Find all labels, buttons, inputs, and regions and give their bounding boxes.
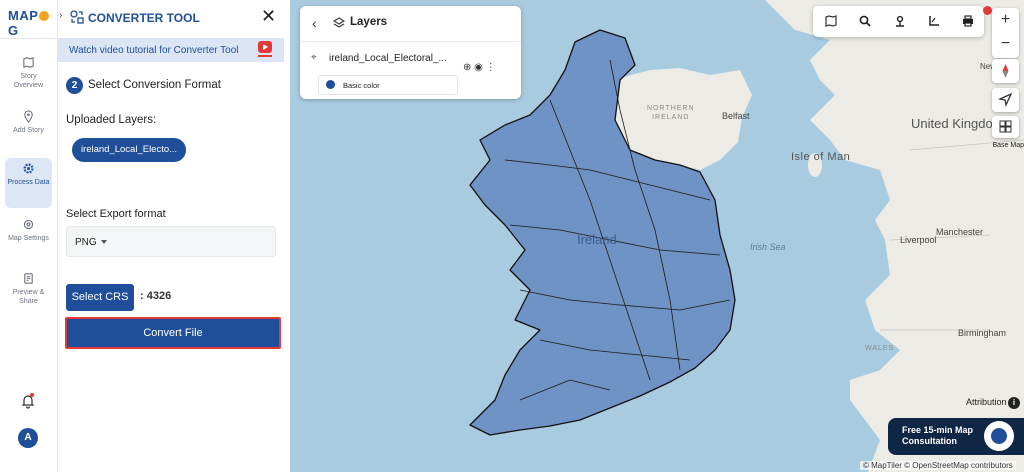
basemap-button[interactable] [992, 116, 1019, 138]
map-label-liverpool: Liverpool [900, 235, 937, 245]
map-icon[interactable] [824, 14, 838, 28]
caret-down-icon [100, 240, 107, 244]
chevron-right-icon[interactable]: › [59, 10, 62, 21]
converter-tool-icon [70, 10, 84, 24]
share-icon [5, 272, 52, 286]
info-icon[interactable]: i [1008, 397, 1020, 409]
step-label: Select Conversion Format [88, 79, 221, 91]
rail-item-label: Preview & Share [12, 289, 45, 305]
map-label-isle-of-man: Isle of Man [791, 151, 851, 163]
settings-icon [5, 218, 52, 232]
layer-tools: ⊕ ◉ ⋮ [463, 62, 496, 73]
zoom-to-layer-icon[interactable]: ⊕ [463, 62, 471, 73]
gear-icon [5, 162, 52, 176]
vector-layer-icon: ⌖ [311, 52, 317, 63]
layers-divider [300, 41, 521, 42]
attribution-label[interactable]: Attribution [966, 397, 1007, 407]
eye-icon[interactable]: ◉ [474, 62, 483, 73]
video-tutorial-link[interactable]: Watch video tutorial for Converter Tool [58, 38, 284, 62]
close-icon[interactable]: ✕ [261, 6, 276, 26]
map-toolbar [813, 6, 984, 37]
basemap-grid-icon [999, 120, 1012, 133]
uploaded-layers-label: Uploaded Layers: [66, 114, 157, 126]
zoom-in-button[interactable]: + [992, 8, 1019, 32]
avatar[interactable]: A [18, 428, 38, 448]
crs-value: : 4326 [140, 290, 172, 302]
rail-item-label: Map Settings [8, 235, 49, 242]
layers-card: ‹ Layers ⌖ ireland_Local_Electoral_... ⊕… [300, 6, 521, 99]
rail-item-preview-share[interactable]: Preview & Share [5, 268, 52, 318]
convert-file-button[interactable]: Convert File [65, 317, 281, 349]
chat-icon[interactable] [984, 421, 1014, 451]
rail-item-add-story[interactable]: Add Story [5, 106, 52, 156]
zoom-controls: + − [992, 8, 1019, 58]
map-label-wales: WALES [865, 345, 895, 352]
left-rail: MAPG Story Overview Add Story Process Da… [0, 0, 58, 472]
basemap-label: Base Map [992, 142, 1024, 149]
toolbar-close-icon[interactable] [983, 6, 992, 15]
panel-header: › CONVERTER TOOL ✕ [58, 0, 290, 34]
panel-title: CONVERTER TOOL [88, 11, 200, 25]
locate-button[interactable] [992, 88, 1019, 112]
book-map-icon [5, 56, 52, 70]
layer-style-chip[interactable]: Basic color [318, 75, 458, 95]
map-label-belfast: Belfast [722, 111, 750, 121]
zoom-out-button[interactable]: − [992, 32, 1019, 56]
map-label-irish-sea: Irish Sea [750, 242, 786, 252]
search-icon[interactable] [858, 14, 872, 28]
more-options-icon[interactable]: ⋮ [486, 62, 496, 73]
map-label-northern-ireland: NORTHERN IRELAND [647, 105, 695, 121]
rail-item-map-settings[interactable]: Map Settings [5, 214, 52, 264]
pin-icon [5, 110, 52, 124]
rail-item-label: Add Story [13, 127, 44, 134]
step-number-badge: 2 [66, 77, 83, 94]
print-icon[interactable] [961, 14, 975, 28]
select-crs-button[interactable]: Select CRS [66, 284, 134, 311]
rail-item-label: Story Overview [13, 73, 44, 89]
navigation-arrow-icon [997, 92, 1013, 108]
converter-panel: › CONVERTER TOOL ✕ Watch video tutorial … [58, 0, 346, 472]
map-label-ireland: Ireland [577, 232, 617, 247]
youtube-icon [258, 41, 272, 53]
mapog-logo[interactable]: MAPG [8, 8, 57, 38]
map-copyright: © MapTiler © OpenStreetMap contributors [860, 461, 1016, 470]
layers-stack-icon [333, 17, 345, 28]
tutorial-text: Watch video tutorial for Converter Tool [69, 45, 239, 56]
style-color-swatch [326, 80, 335, 89]
export-format-value: PNG [75, 237, 97, 248]
uploaded-layer-chip[interactable]: ireland_Local_Electo... [72, 138, 186, 162]
map-label-manchester: Manchester [936, 227, 984, 237]
map-canvas[interactable]: NORTHERN IRELAND Belfast Isle of Man Ire… [290, 0, 1024, 472]
measure-icon[interactable] [927, 14, 941, 28]
export-format-select[interactable]: PNG [66, 226, 276, 257]
location-pin-icon[interactable] [893, 14, 907, 28]
map-label-united-kingdom: United Kingdom [911, 116, 1004, 131]
back-arrow-icon[interactable]: ‹ [312, 15, 317, 31]
compass-icon [1002, 64, 1009, 78]
notification-dot [30, 393, 34, 397]
rail-item-process-data[interactable]: Process Data [5, 158, 52, 208]
map-label-birmingham: Birmingham [958, 328, 1007, 338]
app-root: MAPG Story Overview Add Story Process Da… [0, 0, 1024, 472]
youtube-underline [258, 55, 272, 57]
export-format-label: Select Export format [66, 208, 166, 220]
rail-item-story-overview[interactable]: Story Overview [5, 52, 52, 102]
compass-button[interactable] [992, 59, 1019, 83]
rail-item-label: Process Data [7, 179, 50, 186]
consultation-text: Free 15-min Map Consultation [902, 425, 974, 446]
layers-title: Layers [350, 16, 388, 28]
style-label: Basic color [343, 81, 380, 90]
rail-divider [0, 38, 58, 39]
layer-name: ireland_Local_Electoral_... [329, 53, 447, 64]
